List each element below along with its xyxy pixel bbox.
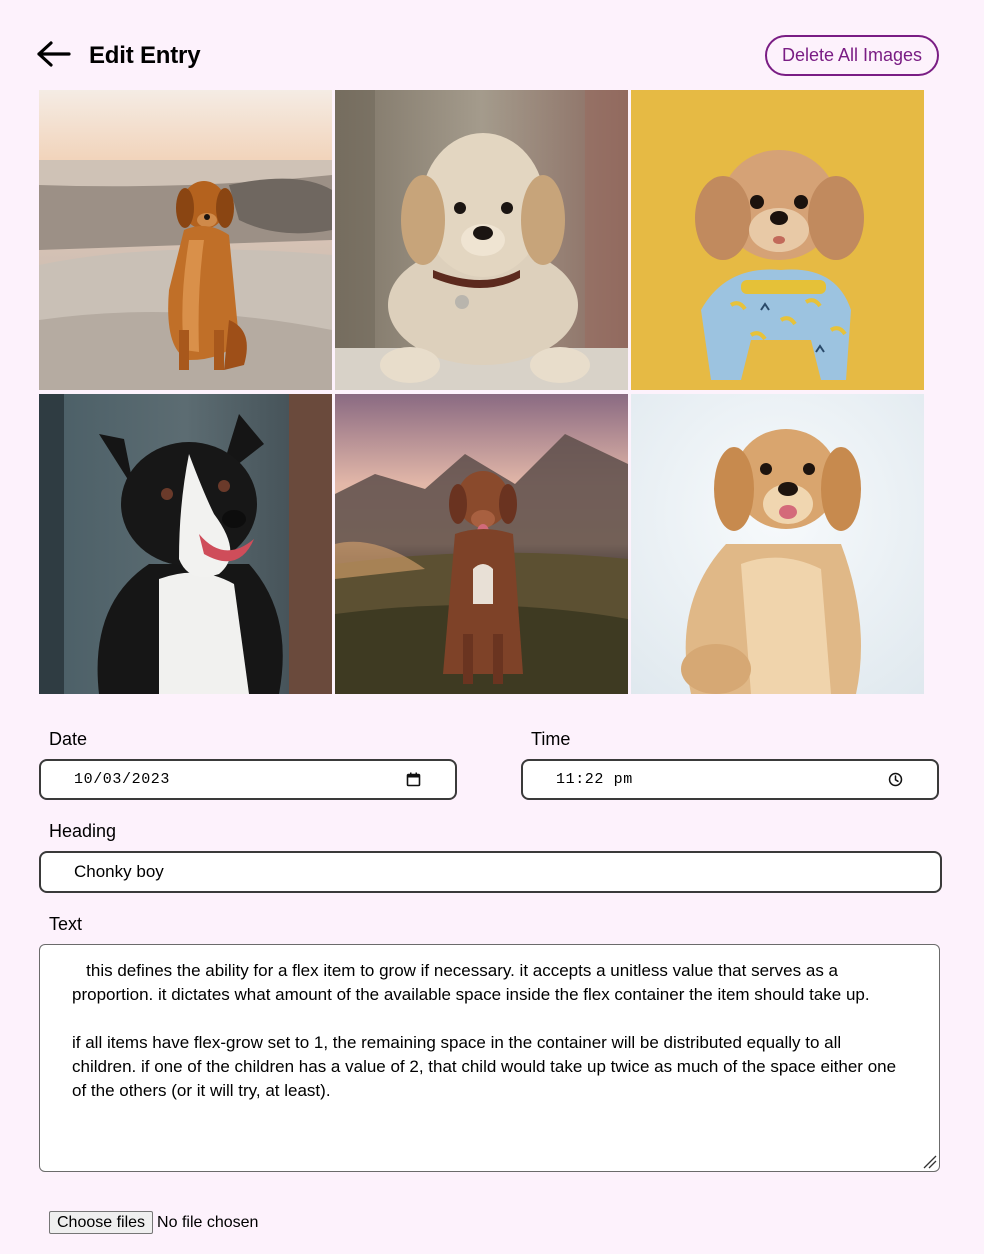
heading-label: Heading: [49, 821, 117, 841]
gallery-image[interactable]: [631, 394, 924, 694]
image-gallery: [39, 90, 925, 694]
date-label: Date: [49, 729, 88, 749]
file-status: No file chosen: [157, 1213, 259, 1231]
time-label: Time: [531, 729, 571, 749]
gallery-image[interactable]: [39, 394, 332, 694]
date-input[interactable]: 10/03/2023: [39, 759, 457, 800]
gallery-image[interactable]: [39, 90, 332, 390]
date-value: 10/03/2023: [74, 771, 171, 788]
file-input: Choose files No file chosen: [49, 1211, 258, 1234]
clock-icon[interactable]: [888, 772, 903, 792]
heading-value: Chonky boy: [74, 862, 164, 881]
time-value: 11:22 pm: [556, 771, 633, 788]
text-area[interactable]: this defines the ability for a flex item…: [39, 944, 940, 1172]
heading-input[interactable]: Chonky boy: [39, 851, 942, 893]
page-title: Edit Entry: [89, 42, 201, 69]
edit-entry-page: Edit Entry Delete All Images Date 10/03/…: [0, 0, 984, 1254]
arrow-left-icon: [36, 38, 72, 70]
resize-grip-icon[interactable]: [922, 1154, 982, 1252]
gallery-image[interactable]: [335, 394, 628, 694]
text-label: Text: [49, 914, 83, 934]
gallery-image[interactable]: [631, 90, 924, 390]
calendar-icon[interactable]: [406, 772, 421, 792]
delete-all-images-button[interactable]: Delete All Images: [765, 35, 939, 76]
back-button[interactable]: [36, 38, 72, 70]
time-input[interactable]: 11:22 pm: [521, 759, 939, 800]
choose-files-button[interactable]: Choose files: [49, 1211, 154, 1234]
gallery-image[interactable]: [335, 90, 628, 390]
